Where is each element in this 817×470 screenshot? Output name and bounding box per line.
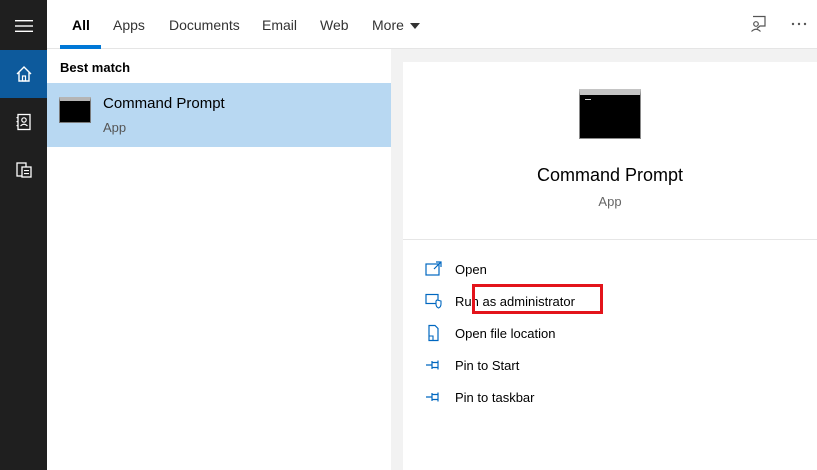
tab-apps-label: Apps [113,16,145,33]
feedback-button[interactable] [747,12,769,36]
pin-to-taskbar-action[interactable]: Pin to taskbar [425,385,535,409]
result-title: Command Prompt [103,95,225,112]
tab-documents[interactable]: Documents [169,0,240,49]
tab-all[interactable]: All [72,0,90,49]
pin-to-start-label: Pin to Start [455,357,520,373]
more-options-icon [791,22,807,26]
more-options-button[interactable] [789,12,809,36]
feedback-icon [751,15,766,32]
tab-web-label: Web [320,16,349,33]
result-item-command-prompt[interactable]: Command Prompt App [47,83,391,147]
open-label: Open [455,261,487,277]
tab-all-label: All [72,16,90,33]
tab-apps[interactable]: Apps [113,0,145,49]
open-file-location-label: Open file location [455,325,556,341]
tab-email-label: Email [262,16,298,33]
detail-divider [403,239,817,240]
shield-icon [425,291,447,311]
pane-gap [391,49,403,470]
search-filter-bar: All Apps Documents Email Web More [47,0,817,49]
open-icon [425,259,447,279]
detail-type: App [598,194,622,209]
hamburger-menu-button[interactable] [0,2,47,50]
pin-icon [425,355,447,375]
documents-icon [15,162,32,178]
detail-title: Command Prompt [536,165,684,185]
best-match-heading: Best match [60,60,131,75]
notebook-icon [16,113,31,131]
pin-to-taskbar-label: Pin to taskbar [455,389,535,405]
file-location-icon [425,323,447,343]
details-pane: Command Prompt App Open Run as administr… [403,62,817,470]
hamburger-menu-icon [14,20,33,32]
open-file-location-action[interactable]: Open file location [425,321,555,345]
notebook-button[interactable] [0,98,47,146]
left-rail [0,0,47,470]
home-icon [16,66,31,82]
highlight-box [472,284,603,314]
tab-more-label: More [372,16,404,33]
open-action[interactable]: Open [425,257,487,281]
home-button[interactable] [0,50,47,98]
tab-more[interactable]: More [372,0,420,49]
tab-documents-label: Documents [169,16,240,33]
results-pane: Best match Command Prompt App [47,49,391,470]
result-type: App [103,120,127,135]
command-prompt-large-icon [579,89,641,139]
tab-web[interactable]: Web [320,0,349,49]
documents-button[interactable] [0,146,47,194]
chevron-down-icon [409,22,420,29]
tab-email[interactable]: Email [262,0,297,49]
pin-icon [425,387,447,407]
command-prompt-icon [59,97,91,123]
pin-to-start-action[interactable]: Pin to Start [425,353,519,377]
run-as-administrator-action[interactable]: Run as administrator [425,284,603,314]
